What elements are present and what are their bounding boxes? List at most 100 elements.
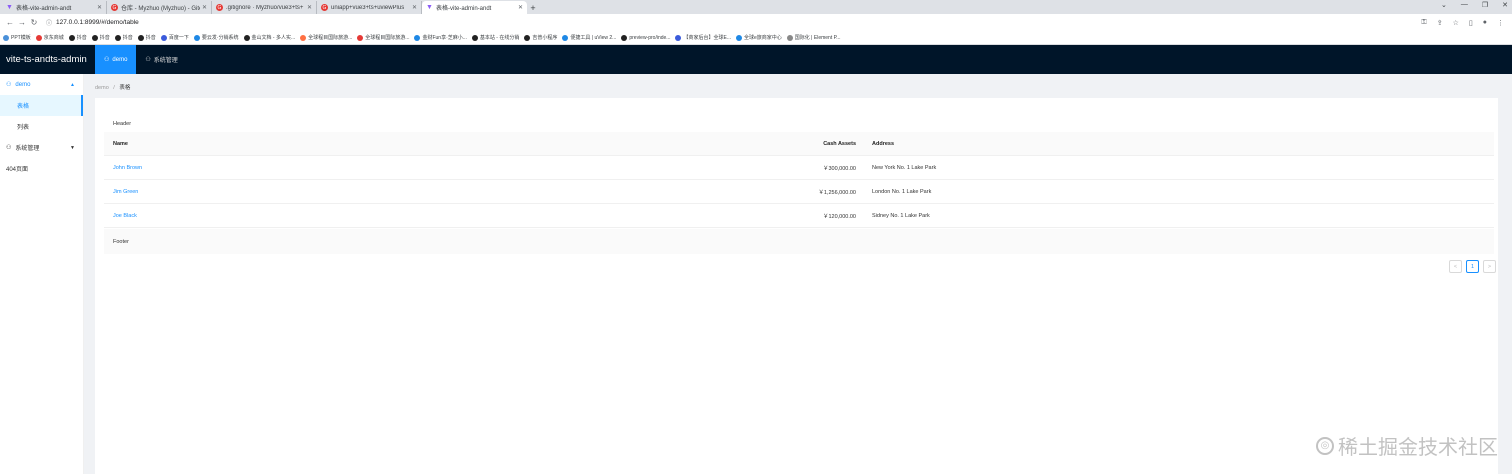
bookmark-item[interactable]: 基本站 - 在线分销 [471,34,519,41]
pagination: < 1 > [1449,260,1496,273]
watermark: ◎ 稀土掘金技术社区 [1316,431,1498,460]
user-icon: ⚇ [145,57,151,63]
close-tab-icon[interactable]: ✕ [307,4,312,11]
browser-tab-3[interactable]: G .gitignore · Myzhuo/vue3+ts+ ✕ [212,1,317,14]
app-header: vite-ts-andts-admin ⚇ demo ⚇ 系统管理 [0,45,1512,74]
bookmark-item[interactable]: 【商家后台】全球E... [675,34,731,41]
top-menu-system[interactable]: ⚇ 系统管理 [136,45,186,74]
sidebar-icon[interactable]: ▯ [1469,19,1473,27]
user-icon: ⚇ [104,57,110,63]
share-icon[interactable]: ⇪ [1437,19,1443,27]
bookmark-item[interactable]: preview-pro/inde... [621,34,670,41]
sidebar: ⚇ demo ▲ 表格 列表 ⚇ 系统管理 ▼ 404页面 [0,74,84,474]
sidebar-item-list[interactable]: 列表 [0,116,83,137]
bookmark-icon [675,34,682,41]
row-cash: ￥300,000.00 [822,166,856,172]
user-icon: ⚇ [6,82,12,88]
bookmark-item[interactable]: 要云发·分销系统 [193,34,239,41]
pagination-next[interactable]: > [1483,260,1496,273]
bookmark-icon [160,34,167,41]
bookmark-item[interactable]: 全球e旅商家中心 [736,34,782,41]
bookmark-item[interactable]: 金山文档 - 多人实... [243,34,295,41]
sidebar-group-system[interactable]: ⚇ 系统管理 ▼ [0,137,83,158]
juejin-logo-icon: ◎ [1316,436,1334,455]
bookmark-item[interactable]: 国际化 | Element P... [786,34,840,41]
main-content: demo / 表格 Header Name Cash Assets Addres… [84,74,1512,474]
bookmark-icon [736,34,742,41]
table-row: John Brown ￥300,000.00 New York No. 1 La… [104,156,1494,180]
sidebar-item-404[interactable]: 404页面 [0,158,83,179]
bookmark-icon [243,34,250,41]
star-icon[interactable]: ☆ [1453,19,1459,27]
bookmark-item[interactable]: 抖音 [114,34,133,41]
bookmark-item[interactable]: 吉普小程序 [524,34,557,41]
bookmark-item[interactable]: 抖音 [137,34,156,41]
user-icon: ⚇ [6,145,12,151]
row-address: Sidney No. 1 Lake Park [872,213,930,219]
bookmark-item[interactable]: 百度一下 [160,34,189,41]
close-window-icon[interactable]: ✕ [1502,1,1508,9]
close-tab-icon[interactable]: ✕ [412,4,417,11]
bookmark-item[interactable]: 全球程目国际旅游... [300,34,352,41]
bookmark-icon [786,34,793,41]
bookmark-icon [35,34,42,41]
column-header-address: Address [872,141,895,147]
vite-icon: ▼ [6,4,13,11]
row-address: New York No. 1 Lake Park [872,165,937,171]
key-icon[interactable]: ⚿ [1421,19,1426,27]
bookmark-item[interactable]: 京东商城 [35,34,64,41]
bookmark-icon [524,34,531,41]
column-header-name: Name [113,141,128,147]
top-menu-demo[interactable]: ⚇ demo [95,45,137,74]
row-name-link[interactable]: Joe Black [113,204,137,228]
table-row: Joe Black ￥120,000.00 Sidney No. 1 Lake … [104,204,1494,228]
close-tab-icon[interactable]: ✕ [518,4,523,11]
bookmark-icon [137,34,144,41]
browser-tab-4[interactable]: Guniapp+vue3+ts+uviewPlus ✕ [317,1,422,14]
top-menu: ⚇ demo ⚇ 系统管理 [95,45,187,74]
url-field[interactable]: ⓘ 127.0.0.1:8999/#/demo/table [46,17,1421,29]
browser-tab-1[interactable]: ▼ 表格-vite-admin-andt ✕ [2,1,107,14]
bookmark-item[interactable]: 金财Fun享·芝麻小... [414,34,467,41]
close-tab-icon[interactable]: ✕ [97,4,102,11]
maximize-icon[interactable]: ❐ [1482,1,1488,9]
app-title: vite-ts-andts-admin [6,54,87,65]
info-icon: ⓘ [46,21,53,27]
row-name-link[interactable]: Jim Green [113,180,138,204]
browser-tab-2[interactable]: G 仓库 - Myzhuo (Myzhuo) - Gitee ✕ [107,1,212,14]
reload-icon[interactable]: ↻ [28,18,40,27]
bookmark-item[interactable]: 抖音 [68,34,87,41]
breadcrumb: demo / 表格 [95,85,131,91]
bookmark-item[interactable]: 全球程目国际旅游... [357,34,409,41]
new-tab-icon[interactable]: + [527,1,539,14]
chevron-down-icon[interactable]: ⌄ [1441,1,1447,9]
table-card: Header Name Cash Assets Address John Bro… [95,98,1498,474]
bookmark-item[interactable]: 抖音 [91,34,110,41]
minimize-icon[interactable]: — [1461,1,1468,9]
menu-icon[interactable]: ⋮ [1497,19,1504,27]
back-icon[interactable]: ← [4,18,16,27]
bookmark-icon [91,34,98,41]
bookmark-item[interactable]: PPT模板 [3,34,31,41]
profile-icon[interactable]: ● [1483,19,1487,27]
sidebar-group-demo[interactable]: ⚇ demo ▲ [0,74,83,95]
breadcrumb-current: 表格 [119,85,131,91]
row-name-link[interactable]: John Brown [113,156,142,180]
forward-icon[interactable]: → [16,18,28,27]
bookmark-item[interactable]: 便捷工具 | uView 2... [562,34,616,41]
browser-tab-5[interactable]: ▼ 表格-vite-admin-andt ✕ [422,1,527,14]
sidebar-item-table[interactable]: 表格 [0,95,83,116]
breadcrumb-parent[interactable]: demo [95,85,109,91]
pagination-prev[interactable]: < [1449,260,1462,273]
chevron-up-icon: ▲ [70,81,75,88]
bookmark-icon [621,34,628,41]
row-cash: ￥1,256,000.00 [818,190,856,196]
close-tab-icon[interactable]: ✕ [202,4,207,11]
gitee-icon: G [111,4,118,11]
chevron-down-icon: ▼ [70,144,75,151]
gitee-icon: G [216,4,223,11]
bookmark-icon [3,34,9,41]
table-footer-text: Footer [104,229,1494,254]
pagination-page-1[interactable]: 1 [1466,260,1479,273]
window-controls: ⌄ — ❐ ✕ [1441,1,1508,9]
